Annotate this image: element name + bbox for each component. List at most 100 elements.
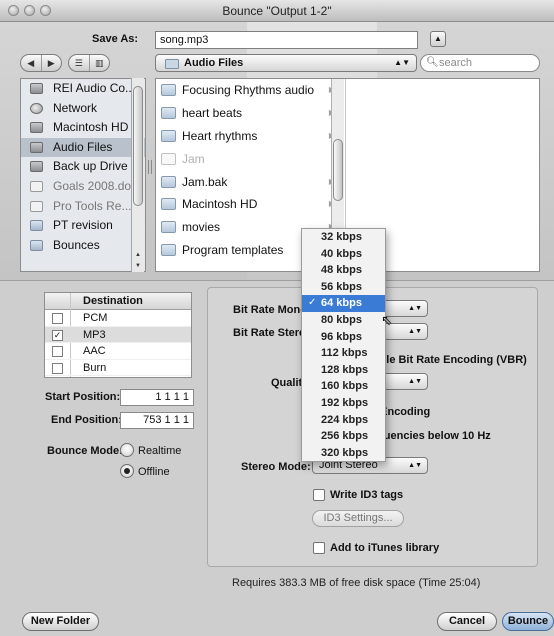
file-list-item[interactable]: heart beats▶ <box>156 102 345 125</box>
sidebar-item[interactable]: Bounces <box>21 236 145 256</box>
view-mode-control[interactable]: ☰ ▥ <box>68 54 110 72</box>
destination-row[interactable]: Burn <box>45 360 191 376</box>
bit-rate-option-label: 192 kbps <box>321 396 369 409</box>
file-list-item[interactable]: Jam.bak▶ <box>156 171 345 194</box>
cancel-button[interactable]: Cancel <box>437 612 497 631</box>
file-list-item-label: Focusing Rhythms audio <box>182 83 315 97</box>
destination-label: AAC <box>83 345 106 357</box>
destination-checkbox[interactable] <box>52 313 63 324</box>
sidebar-item[interactable]: Audio Files <box>21 137 145 158</box>
sidebar-item-label: REI Audio Co... <box>53 81 136 95</box>
destination-row[interactable]: AAC <box>45 343 191 360</box>
realtime-radio[interactable] <box>120 443 134 457</box>
updown-arrows-icon: ▲▼ <box>394 58 410 67</box>
destination-checkbox[interactable] <box>52 346 63 357</box>
scroll-arrows-icon[interactable]: ▲▼ <box>132 250 144 272</box>
sidebar: REI Audio Co... Network Macintosh HD Audio … <box>20 78 146 272</box>
file-list-item-label: movies <box>182 220 221 235</box>
folder-icon <box>161 129 176 142</box>
end-position-label: End Position: <box>51 414 122 426</box>
document-icon <box>161 152 176 165</box>
bit-rate-menu-item[interactable]: 160 kbps <box>302 378 385 395</box>
bit-rate-menu-item[interactable]: 192 kbps <box>302 395 385 412</box>
updown-arrows-icon: ▲▼ <box>408 328 422 335</box>
column-view-icon[interactable]: ▥ <box>90 55 110 71</box>
forward-arrow-icon[interactable]: ▶ <box>42 55 62 71</box>
sidebar-item[interactable]: Macintosh HD <box>21 118 145 138</box>
sidebar-item-label: Macintosh HD <box>53 120 129 135</box>
file-list-item[interactable]: Jam <box>156 148 345 171</box>
bit-rate-menu-item[interactable]: ✓ 64 kbps <box>302 295 385 312</box>
folder-icon <box>30 220 43 232</box>
bit-rate-option-label: 40 kbps <box>321 247 362 260</box>
file-list-item[interactable]: Heart rhythms▶ <box>156 125 345 148</box>
start-position-field[interactable]: 1 1 1 1 <box>120 389 194 406</box>
destination-row[interactable]: PCM <box>45 310 191 327</box>
destination-table: Destination PCM ✓ MP3 AAC Burn <box>44 292 192 378</box>
file-list-item-label: Heart rhythms <box>182 128 258 143</box>
bounce-mode-label: Bounce Mode: <box>47 445 123 457</box>
folder-icon <box>161 106 176 119</box>
destination-checkbox[interactable] <box>52 362 63 374</box>
bit-rate-option-label: 56 kbps <box>321 280 362 293</box>
bit-rate-option-label: 96 kbps <box>321 330 362 343</box>
updown-arrows-icon: ▲▼ <box>408 378 422 385</box>
file-list-item[interactable]: Macintosh HD▶ <box>156 193 345 216</box>
id3-settings-button[interactable]: ID3 Settings... <box>312 510 404 527</box>
folder-icon <box>161 84 176 96</box>
destination-checkbox[interactable]: ✓ <box>52 329 63 341</box>
itunes-checkbox[interactable] <box>313 542 325 554</box>
sidebar-item[interactable]: REI Audio Co... <box>21 79 145 99</box>
sidebar-scrollbar[interactable]: ▲ ▼ <box>131 78 144 272</box>
back-arrow-icon[interactable]: ◀ <box>21 55 42 71</box>
location-popup[interactable]: Audio Files ▲▼ <box>155 54 417 72</box>
column-scroll-thumb[interactable] <box>333 139 343 201</box>
expand-dialog-button[interactable]: ▲ <box>430 31 446 47</box>
end-position-field[interactable]: 753 1 1 1 <box>120 412 194 429</box>
bit-rate-menu-item[interactable]: 40 kbps <box>302 246 385 263</box>
sidebar-item[interactable]: Pro Tools Re... <box>21 197 145 217</box>
sidebar-item[interactable]: Network <box>21 99 145 119</box>
destination-header: Destination <box>45 293 191 310</box>
destination-row[interactable]: ✓ MP3 <box>45 326 191 343</box>
bit-rate-menu-item[interactable]: 48 kbps <box>302 262 385 279</box>
save-as-label: Save As: <box>92 33 139 45</box>
search-icon: 🔍︎ <box>426 57 439 68</box>
bit-rate-option-label: 64 kbps <box>321 297 362 310</box>
window-title: Bounce "Output 1-2" <box>222 4 332 18</box>
bit-rate-mono-label: Bit Rate Mono <box>233 304 307 316</box>
updown-arrows-icon: ▲▼ <box>408 462 422 469</box>
start-position-label: Start Position: <box>45 391 121 403</box>
file-list-item[interactable]: Focusing Rhythms audio▶ <box>156 79 345 102</box>
back-forward-control[interactable]: ◀ ▶ <box>20 54 62 72</box>
save-as-field[interactable]: song.mp3 <box>155 31 418 49</box>
offline-radio[interactable] <box>120 464 134 478</box>
bounce-button[interactable]: Bounce <box>502 612 554 631</box>
bit-rate-menu-item[interactable]: 256 kbps <box>302 428 385 445</box>
harddisk-icon <box>30 122 43 134</box>
bit-rate-menu-item[interactable]: 320 kbps <box>302 445 385 462</box>
sidebar-item[interactable]: Goals 2008.doc <box>21 177 145 197</box>
file-list-item-label: Macintosh HD <box>182 197 258 212</box>
sidebar-item[interactable]: PT revision <box>21 216 145 236</box>
write-id3-checkbox[interactable] <box>313 489 325 501</box>
bit-rate-menu-item[interactable]: 96 kbps <box>302 329 385 346</box>
bit-rate-menu-item[interactable]: 224 kbps <box>302 412 385 429</box>
search-field[interactable]: 🔍︎ search <box>420 54 540 72</box>
list-view-icon[interactable]: ☰ <box>69 55 90 71</box>
sidebar-item-label: PT revision <box>53 218 113 233</box>
sidebar-resize-handle[interactable] <box>148 160 152 174</box>
destination-label: PCM <box>83 312 108 324</box>
bit-rate-menu-item[interactable]: 80 kbps <box>302 312 385 329</box>
bit-rate-option-label: 224 kbps <box>321 413 369 426</box>
divider <box>0 280 554 281</box>
sidebar-item-label: Bounces <box>53 237 100 252</box>
sidebar-scroll-thumb[interactable] <box>133 86 143 206</box>
bit-rate-menu-item[interactable]: 32 kbps <box>302 229 385 246</box>
location-label: Audio Files <box>184 57 244 69</box>
bit-rate-menu-item[interactable]: 112 kbps <box>302 345 385 362</box>
bit-rate-menu-item[interactable]: 56 kbps <box>302 279 385 296</box>
bit-rate-menu-item[interactable]: 128 kbps <box>302 362 385 379</box>
sidebar-item[interactable]: Back up Drive <box>21 157 145 177</box>
new-folder-button[interactable]: New Folder <box>22 612 99 631</box>
